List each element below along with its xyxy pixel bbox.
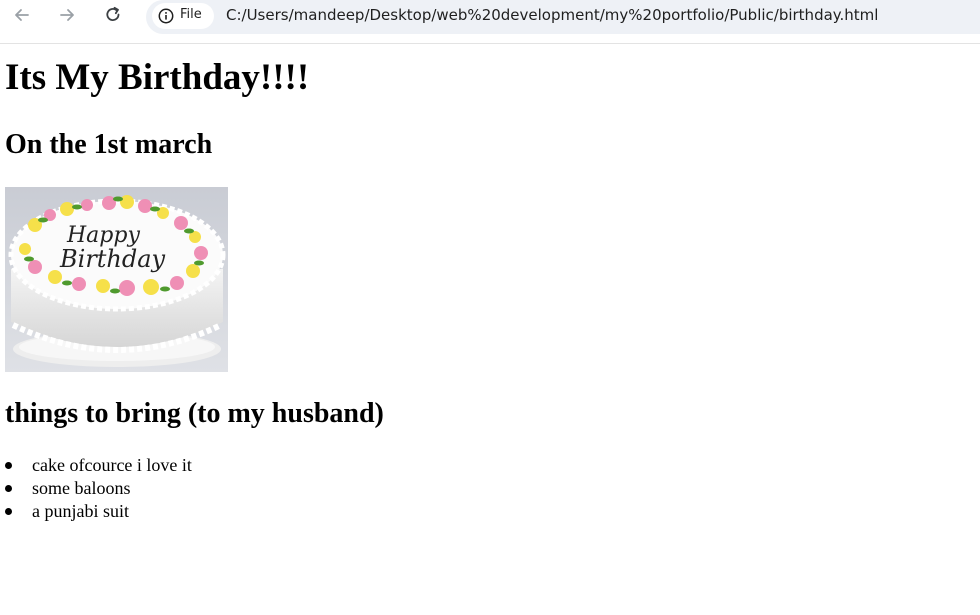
forward-button[interactable] <box>54 2 80 28</box>
page-title: Its My Birthday!!!! <box>5 57 310 98</box>
date-heading: On the 1st march <box>5 129 213 160</box>
reload-button[interactable] <box>100 2 126 28</box>
things-to-bring-list: cake ofcource i love it some baloons a p… <box>0 454 192 523</box>
bullet-icon <box>5 508 12 515</box>
file-label: File <box>180 7 202 22</box>
info-icon <box>158 8 174 24</box>
cake-text-birthday: Birthday <box>59 245 166 273</box>
list-item-text: a punjabi suit <box>32 501 129 521</box>
address-bar[interactable]: File C:/Users/mandeep/Desktop/web%20deve… <box>146 0 980 34</box>
url-text[interactable]: C:/Users/mandeep/Desktop/web%20developme… <box>226 6 878 24</box>
list-item: some baloons <box>0 477 192 500</box>
list-item-text: cake ofcource i love it <box>32 455 192 475</box>
list-item-text: some baloons <box>32 478 131 498</box>
bullet-icon <box>5 462 12 469</box>
list-item: cake ofcource i love it <box>0 454 192 477</box>
list-heading: things to bring (to my husband) <box>5 398 384 429</box>
bullet-icon <box>5 485 12 492</box>
birthday-cake-image: Happy Birthday <box>5 187 228 372</box>
site-info-chip[interactable]: File <box>152 3 214 29</box>
arrow-left-icon <box>15 9 29 21</box>
back-button[interactable] <box>9 2 35 28</box>
page-content: Its My Birthday!!!! On the 1st march Hap… <box>0 44 980 615</box>
browser-toolbar: File C:/Users/mandeep/Desktop/web%20deve… <box>0 0 980 44</box>
reload-icon <box>106 6 120 21</box>
arrow-right-icon <box>60 9 74 21</box>
list-item: a punjabi suit <box>0 500 192 523</box>
